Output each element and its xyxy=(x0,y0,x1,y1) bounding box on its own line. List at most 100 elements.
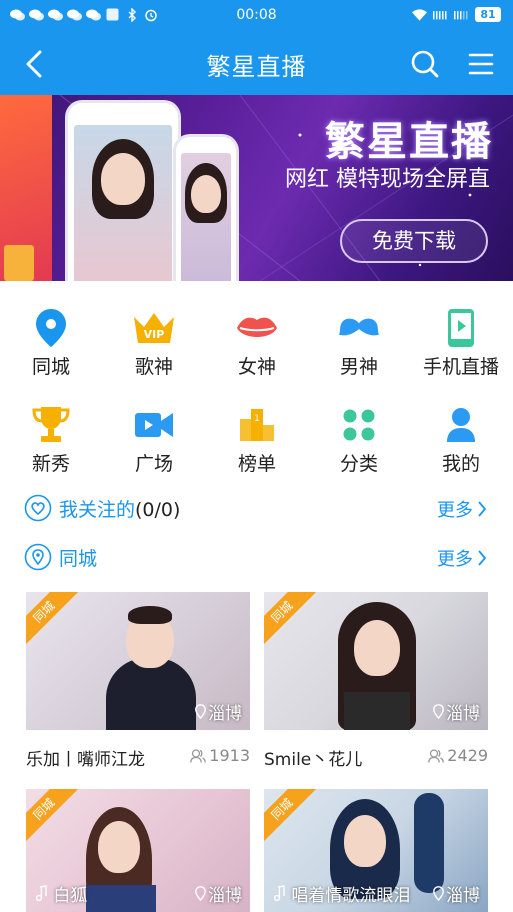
menu-icon xyxy=(468,53,494,75)
category-label: 同城 xyxy=(31,356,70,378)
stream-thumbnail: 同城 淄博 xyxy=(264,592,488,730)
svg-text:1: 1 xyxy=(254,414,260,424)
location-text: 淄博 xyxy=(446,886,480,906)
lips-icon xyxy=(237,308,277,348)
trophy-icon xyxy=(31,405,71,445)
stream-card[interactable]: 同城 白狐 淄博 xyxy=(26,789,250,912)
following-count: (0/0) xyxy=(135,499,181,521)
viewer-count: 2429 xyxy=(428,746,488,765)
location-pin-icon xyxy=(195,704,206,719)
mustache-icon xyxy=(339,308,379,348)
user-icon xyxy=(441,405,481,445)
phone-screen xyxy=(181,153,231,281)
viewers-icon xyxy=(190,748,207,763)
category-label: 歌神 xyxy=(134,356,173,378)
viewers-icon xyxy=(428,748,445,763)
heart-circle-icon xyxy=(24,494,52,522)
stream-card[interactable]: 同城 淄博 Smile丶花儿 2429 xyxy=(264,592,488,770)
battery-level: 81 xyxy=(475,7,501,22)
gift-box-icon xyxy=(4,245,34,281)
streamer-name: Smile丶花儿 xyxy=(264,750,363,770)
category-tongcheng[interactable]: 同城 xyxy=(0,308,102,379)
streamer-name: 唱着情歌流眼泪 xyxy=(273,881,411,906)
location-pin-icon xyxy=(195,886,206,901)
wifi-icon xyxy=(412,7,427,22)
search-icon xyxy=(411,50,439,78)
phone-screen xyxy=(74,125,172,281)
status-bar: 00:08 81 xyxy=(0,0,513,32)
menu-button[interactable] xyxy=(463,46,499,82)
search-button[interactable] xyxy=(407,46,443,82)
section-title: 同城 xyxy=(59,548,98,570)
banner-subtitle: 网红 模特现场全屏直 xyxy=(285,167,490,192)
category-label: 分类 xyxy=(339,453,378,475)
card-location: 淄博 xyxy=(195,699,242,724)
stream-thumbnail: 同城 白狐 淄博 xyxy=(26,789,250,912)
download-button[interactable]: 免费下载 xyxy=(340,219,488,263)
more-label: 更多 xyxy=(437,549,473,570)
banner-title: 繁星直播 xyxy=(325,119,493,165)
stream-card[interactable]: 同城 唱着情歌流眼泪 淄博 xyxy=(264,789,488,912)
category-geshen[interactable]: VIP 歌神 xyxy=(103,308,205,379)
more-label: 更多 xyxy=(437,500,473,521)
card-tag: 同城 xyxy=(26,592,80,648)
category-label: 我的 xyxy=(441,453,480,475)
location-circle-icon xyxy=(24,543,52,571)
stream-thumbnail: 同城 唱着情歌流眼泪 淄博 xyxy=(264,789,488,912)
location-text: 淄博 xyxy=(208,704,242,724)
category-nanshen[interactable]: 男神 xyxy=(308,308,410,379)
streamer-name: 乐加丨嘴师江龙 xyxy=(26,750,145,770)
viewer-count-text: 1913 xyxy=(209,746,250,765)
following-label: 我关注的 xyxy=(59,499,136,521)
streamer-name-text: 白狐 xyxy=(53,886,88,906)
music-note-icon xyxy=(273,885,285,902)
location-text: 淄博 xyxy=(208,886,242,906)
location-pin-icon xyxy=(433,704,444,719)
location-pin-icon xyxy=(31,308,71,348)
section-title: 我关注的(0/0) xyxy=(59,495,180,522)
svg-text:VIP: VIP xyxy=(144,328,165,341)
streamer-name: 白狐 xyxy=(35,881,88,906)
category-nvshen[interactable]: 女神 xyxy=(206,308,308,379)
category-label: 手机直播 xyxy=(422,356,499,378)
signal-icon xyxy=(433,7,448,22)
viewer-count-text: 2429 xyxy=(447,746,488,765)
chevron-right-icon xyxy=(478,550,487,566)
chevron-right-icon xyxy=(478,501,487,517)
category-phone-live[interactable]: 手机直播 xyxy=(410,308,512,379)
category-wode[interactable]: 我的 xyxy=(410,405,512,476)
local-more-link[interactable]: 更多 xyxy=(437,545,487,571)
card-tag: 同城 xyxy=(264,592,318,648)
video-camera-icon xyxy=(134,405,174,445)
music-note-icon xyxy=(35,885,47,902)
card-tag: 同城 xyxy=(264,789,318,845)
signal-icon xyxy=(454,7,469,22)
category-label: 新秀 xyxy=(31,453,70,475)
location-pin-icon xyxy=(433,886,444,901)
card-location: 淄博 xyxy=(195,881,242,906)
card-location: 淄博 xyxy=(433,699,480,724)
card-location: 淄博 xyxy=(433,881,480,906)
category-label: 男神 xyxy=(339,356,378,378)
category-label: 榜单 xyxy=(237,453,276,475)
stream-card[interactable]: 同城 淄博 乐加丨嘴师江龙 1913 xyxy=(26,592,250,770)
system-icons: 81 xyxy=(412,7,501,22)
stream-thumbnail: 同城 淄博 xyxy=(26,592,250,730)
category-xinxiu[interactable]: 新秀 xyxy=(0,405,102,476)
local-section-header: 同城 更多 xyxy=(0,539,513,575)
promo-banner[interactable]: 繁星直播 网红 模特现场全屏直 免费下载 xyxy=(0,95,513,281)
phone-mockup-secondary xyxy=(176,137,236,281)
app-bar: 繁星直播 xyxy=(0,32,513,95)
phone-mockup xyxy=(68,103,178,281)
category-guangchang[interactable]: 广场 xyxy=(103,405,205,476)
streamer-name-text: 唱着情歌流眼泪 xyxy=(291,886,411,906)
following-more-link[interactable]: 更多 xyxy=(437,496,487,522)
viewer-count: 1913 xyxy=(190,746,250,765)
category-label: 女神 xyxy=(237,356,276,378)
grid-dots-icon xyxy=(339,405,379,445)
phone-play-icon xyxy=(441,308,481,348)
following-section-header: 我关注的(0/0) 更多 xyxy=(0,490,513,526)
category-bangdan[interactable]: 1 榜单 xyxy=(206,405,308,476)
card-tag: 同城 xyxy=(26,789,80,845)
category-fenlei[interactable]: 分类 xyxy=(308,405,410,476)
